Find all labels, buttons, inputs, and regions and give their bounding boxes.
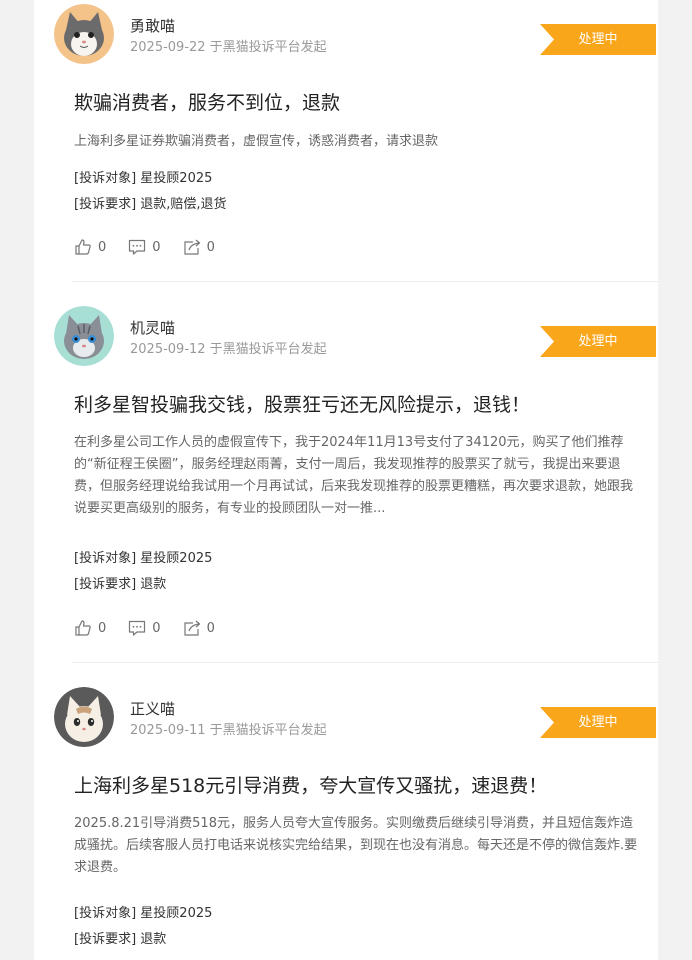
like-icon <box>75 239 91 255</box>
share-count: 0 <box>206 620 215 636</box>
demand-value: 退款 <box>140 577 167 592</box>
demand-label: [投诉要求] <box>74 197 137 212</box>
share-button[interactable]: 0 <box>183 238 215 256</box>
share-icon <box>183 239 200 255</box>
complaint-description[interactable]: 上海利多星证券欺骗消费者，虚假宣传，诱惑消费者，请求退款 <box>74 131 642 153</box>
complaint-title[interactable]: 欺骗消费者，服务不到位，退款 <box>74 90 644 116</box>
complaint-list: 勇敢喵 2025-09-22 于黑猫投诉平台发起 处理中 欺骗消费者，服务不到位，… <box>34 0 658 960</box>
comment-button[interactable]: 0 <box>128 619 161 637</box>
post-date: 2025-09-12 <box>130 342 206 357</box>
complaint-target: [投诉对象] 星投顾2025 <box>74 550 212 568</box>
complaint-item[interactable]: 机灵喵 2025-09-12 于黑猫投诉平台发起 处理中 利多星智投骗我交钱，股票… <box>34 282 658 663</box>
complaint-title[interactable]: 利多星智投骗我交钱，股票狂亏还无风险提示，退钱！ <box>74 392 644 418</box>
target-label: [投诉对象] <box>74 906 137 921</box>
target-value: 星投顾2025 <box>140 171 213 186</box>
share-count: 0 <box>206 239 215 255</box>
action-bar: 0 0 0 <box>74 618 237 638</box>
target-value: 星投顾2025 <box>140 551 213 566</box>
post-meta: 2025-09-11 于黑猫投诉平台发起 <box>130 723 327 739</box>
comment-icon <box>129 620 146 636</box>
post-date: 2025-09-22 <box>130 40 206 55</box>
share-button[interactable]: 0 <box>183 619 215 637</box>
complaint-description[interactable]: 在利多星公司工作人员的虚假宣传下，我于2024年11月13号支付了34120元，… <box>74 432 642 520</box>
complaint-target: [投诉对象] 星投顾2025 <box>74 170 212 188</box>
comment-button[interactable]: 0 <box>128 238 161 256</box>
like-icon <box>75 620 91 636</box>
post-source: 于黑猫投诉平台发起 <box>209 342 327 357</box>
like-button[interactable]: 0 <box>74 619 106 637</box>
demand-label: [投诉要求] <box>74 577 137 592</box>
post-source: 于黑猫投诉平台发起 <box>209 40 327 55</box>
complaint-demand: [投诉要求] 退款,赔偿,退货 <box>74 196 227 214</box>
comment-count: 0 <box>152 620 161 636</box>
complaint-demand: [投诉要求] 退款 <box>74 931 166 949</box>
post-meta: 2025-09-12 于黑猫投诉平台发起 <box>130 342 327 358</box>
status-badge: 处理中 <box>540 24 656 55</box>
complaint-title[interactable]: 上海利多星518元引导消费，夸大宣传又骚扰，速退费！ <box>74 773 644 799</box>
demand-value: 退款,赔偿,退货 <box>140 197 227 212</box>
like-button[interactable]: 0 <box>74 238 106 256</box>
avatar[interactable] <box>54 4 114 64</box>
demand-value: 退款 <box>140 932 167 947</box>
username[interactable]: 勇敢喵 <box>130 17 175 35</box>
avatar[interactable] <box>54 687 114 747</box>
share-icon <box>183 620 200 636</box>
post-meta: 2025-09-22 于黑猫投诉平台发起 <box>130 40 327 56</box>
target-value: 星投顾2025 <box>140 906 213 921</box>
target-label: [投诉对象] <box>74 551 137 566</box>
post-source: 于黑猫投诉平台发起 <box>209 723 327 738</box>
action-bar: 0 0 0 <box>74 237 237 257</box>
status-badge: 处理中 <box>540 707 656 738</box>
complaint-item[interactable]: 正义喵 2025-09-11 于黑猫投诉平台发起 处理中 上海利多星518元引导消… <box>34 663 658 960</box>
status-badge: 处理中 <box>540 326 656 357</box>
avatar[interactable] <box>54 306 114 366</box>
target-label: [投诉对象] <box>74 171 137 186</box>
page: 勇敢喵 2025-09-22 于黑猫投诉平台发起 处理中 欺骗消费者，服务不到位，… <box>0 0 692 960</box>
post-date: 2025-09-11 <box>130 723 206 738</box>
comment-count: 0 <box>152 239 161 255</box>
comment-icon <box>129 239 146 255</box>
cat-avatar-image <box>54 687 114 747</box>
username[interactable]: 正义喵 <box>130 700 175 718</box>
complaint-item[interactable]: 勇敢喵 2025-09-22 于黑猫投诉平台发起 处理中 欺骗消费者，服务不到位，… <box>34 0 658 282</box>
complaint-target: [投诉对象] 星投顾2025 <box>74 905 212 923</box>
like-count: 0 <box>98 239 107 255</box>
cat-avatar-image <box>54 4 114 64</box>
cat-avatar-image <box>54 306 114 366</box>
demand-label: [投诉要求] <box>74 932 137 947</box>
complaint-description[interactable]: 2025.8.21引导消费518元，服务人员夸大宣传服务。实则缴费后继续引导消费… <box>74 813 642 879</box>
username[interactable]: 机灵喵 <box>130 319 175 337</box>
like-count: 0 <box>98 620 107 636</box>
complaint-demand: [投诉要求] 退款 <box>74 576 166 594</box>
